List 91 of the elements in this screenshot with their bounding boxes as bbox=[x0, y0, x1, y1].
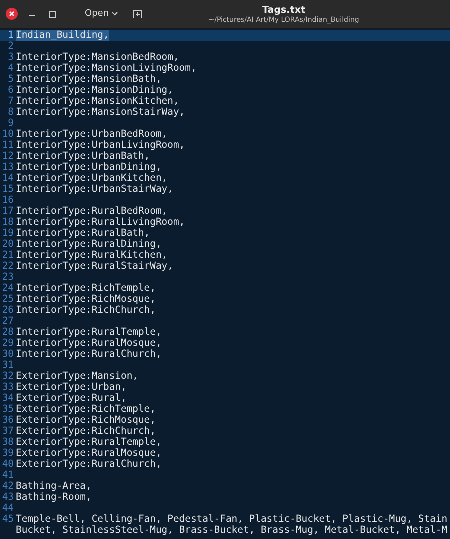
line-number: 6 bbox=[7, 85, 15, 96]
line-number: 21 bbox=[1, 250, 15, 261]
line-number: 3 bbox=[7, 52, 15, 63]
code-text: Indian_Building, bbox=[16, 30, 110, 41]
line-number: 35 bbox=[1, 404, 15, 415]
code-text: InteriorType:RuralDining, bbox=[16, 239, 162, 250]
line-number: 12 bbox=[1, 151, 15, 162]
line-number: 17 bbox=[1, 206, 15, 217]
code-text: InteriorType:MansionStairWay, bbox=[16, 107, 186, 118]
line-number: 32 bbox=[1, 371, 15, 382]
code-text: InteriorType:RuralChurch, bbox=[16, 349, 162, 360]
code-text: Bucket, StainlessSteel-Mug, Brass-Bucket, Brass-Mug, Metal-Bucket, Metal-M bbox=[16, 525, 448, 536]
line-number: 4 bbox=[7, 63, 15, 74]
line-number: 20 bbox=[1, 239, 15, 250]
code-text: ExteriorType:Mansion, bbox=[16, 371, 138, 382]
new-tab-icon bbox=[133, 9, 144, 19]
line-number: 15 bbox=[1, 184, 15, 195]
line-number: 37 bbox=[1, 426, 15, 437]
code-text: InteriorType:RuralLivingRoom, bbox=[16, 217, 186, 228]
line-number: 41 bbox=[1, 470, 15, 481]
line-number: 14 bbox=[1, 173, 15, 184]
code-text: InteriorType:RuralStairWay, bbox=[16, 261, 174, 272]
line-number: 19 bbox=[1, 228, 15, 239]
code-text: InteriorType:RichTemple, bbox=[16, 283, 156, 294]
line-number: 25 bbox=[1, 294, 15, 305]
code-text: InteriorType:UrbanBedRoom, bbox=[16, 129, 168, 140]
line-number: 42 bbox=[1, 481, 15, 492]
maximize-icon bbox=[49, 10, 56, 18]
line-number: 1 bbox=[7, 30, 15, 41]
line-number: 26 bbox=[1, 305, 15, 316]
code-text: InteriorType:UrbanStairWay, bbox=[16, 184, 174, 195]
line-number: 13 bbox=[1, 162, 15, 173]
line-number: 43 bbox=[1, 492, 15, 503]
code-text: ExteriorType:RuralChurch, bbox=[16, 459, 162, 470]
line-number: 29 bbox=[1, 338, 15, 349]
line-number: 8 bbox=[7, 107, 15, 118]
code-text: InteriorType:RichMosque, bbox=[16, 294, 156, 305]
code-text: ExteriorType:Urban, bbox=[16, 382, 127, 393]
code-text: ExteriorType:RuralTemple, bbox=[16, 437, 162, 448]
line-number: 38 bbox=[1, 437, 15, 448]
line-number: 22 bbox=[1, 261, 15, 272]
line-number: 2 bbox=[7, 41, 15, 52]
code-text: Bathing-Area, bbox=[16, 481, 92, 492]
code-text: InteriorType:MansionKitchen, bbox=[16, 96, 180, 107]
line-number: 30 bbox=[1, 349, 15, 360]
line-number: 5 bbox=[7, 74, 15, 85]
line-number: 10 bbox=[1, 129, 15, 140]
code-text: ExteriorType:RuralMosque, bbox=[16, 448, 162, 459]
close-button[interactable] bbox=[6, 8, 18, 20]
code-text: InteriorType:RuralMosque, bbox=[16, 338, 162, 349]
line-number: 9 bbox=[7, 118, 15, 129]
code-text: InteriorType:UrbanBath, bbox=[16, 151, 150, 162]
line-number: 36 bbox=[1, 415, 15, 426]
code-text: InteriorType:MansionBath, bbox=[16, 74, 162, 85]
code-text: InteriorType:RichChurch, bbox=[16, 305, 156, 316]
line-number: 7 bbox=[7, 96, 15, 107]
code-text: Bathing-Room, bbox=[16, 492, 92, 503]
line-number: 44 bbox=[1, 503, 15, 514]
open-button[interactable]: Open bbox=[81, 7, 122, 21]
line-number: 45 bbox=[1, 514, 15, 525]
code-text: ExteriorType:RichTemple, bbox=[16, 404, 156, 415]
code-text: Temple-Bell, Celling-Fan, Pedestal-Fan, Plastic-Bucket, Plastic-Mug, Stain bbox=[16, 514, 448, 525]
line-number: 23 bbox=[1, 272, 15, 283]
line-number: 28 bbox=[1, 327, 15, 338]
code-text: InteriorType:MansionDining, bbox=[16, 85, 174, 96]
code-text: InteriorType:RuralBath, bbox=[16, 228, 150, 239]
line-number: 16 bbox=[1, 195, 15, 206]
code-text: InteriorType:RuralKitchen, bbox=[16, 250, 168, 261]
line-number: 40 bbox=[1, 459, 15, 470]
line-number: 11 bbox=[1, 140, 15, 151]
code-text: InteriorType:RuralBedRoom, bbox=[16, 206, 168, 217]
line-number: 31 bbox=[1, 360, 15, 371]
code-text: ExteriorType:Rural, bbox=[16, 393, 127, 404]
code-text: ExteriorType:RichMosque, bbox=[16, 415, 156, 426]
line-number: 33 bbox=[1, 382, 15, 393]
caret-icon bbox=[112, 12, 118, 16]
line-number: 34 bbox=[1, 393, 15, 404]
line-number: 27 bbox=[1, 316, 15, 327]
maximize-button[interactable] bbox=[46, 10, 59, 18]
close-icon bbox=[9, 11, 15, 17]
code-text: InteriorType:UrbanKitchen, bbox=[16, 173, 168, 184]
line-number: 39 bbox=[1, 448, 15, 459]
window-title: Tags.txt bbox=[262, 4, 306, 16]
code-text: InteriorType:MansionBedRoom, bbox=[16, 52, 180, 63]
line-number: 24 bbox=[1, 283, 15, 294]
line-number: 18 bbox=[1, 217, 15, 228]
code-text: InteriorType:MansionLivingRoom, bbox=[16, 63, 197, 74]
code-text: InteriorType:UrbanDining, bbox=[16, 162, 162, 173]
code-text: InteriorType:UrbanLivingRoom, bbox=[16, 140, 186, 151]
code-text: InteriorType:RuralTemple, bbox=[16, 327, 162, 338]
code-text: ExteriorType:RichChurch, bbox=[16, 426, 156, 437]
